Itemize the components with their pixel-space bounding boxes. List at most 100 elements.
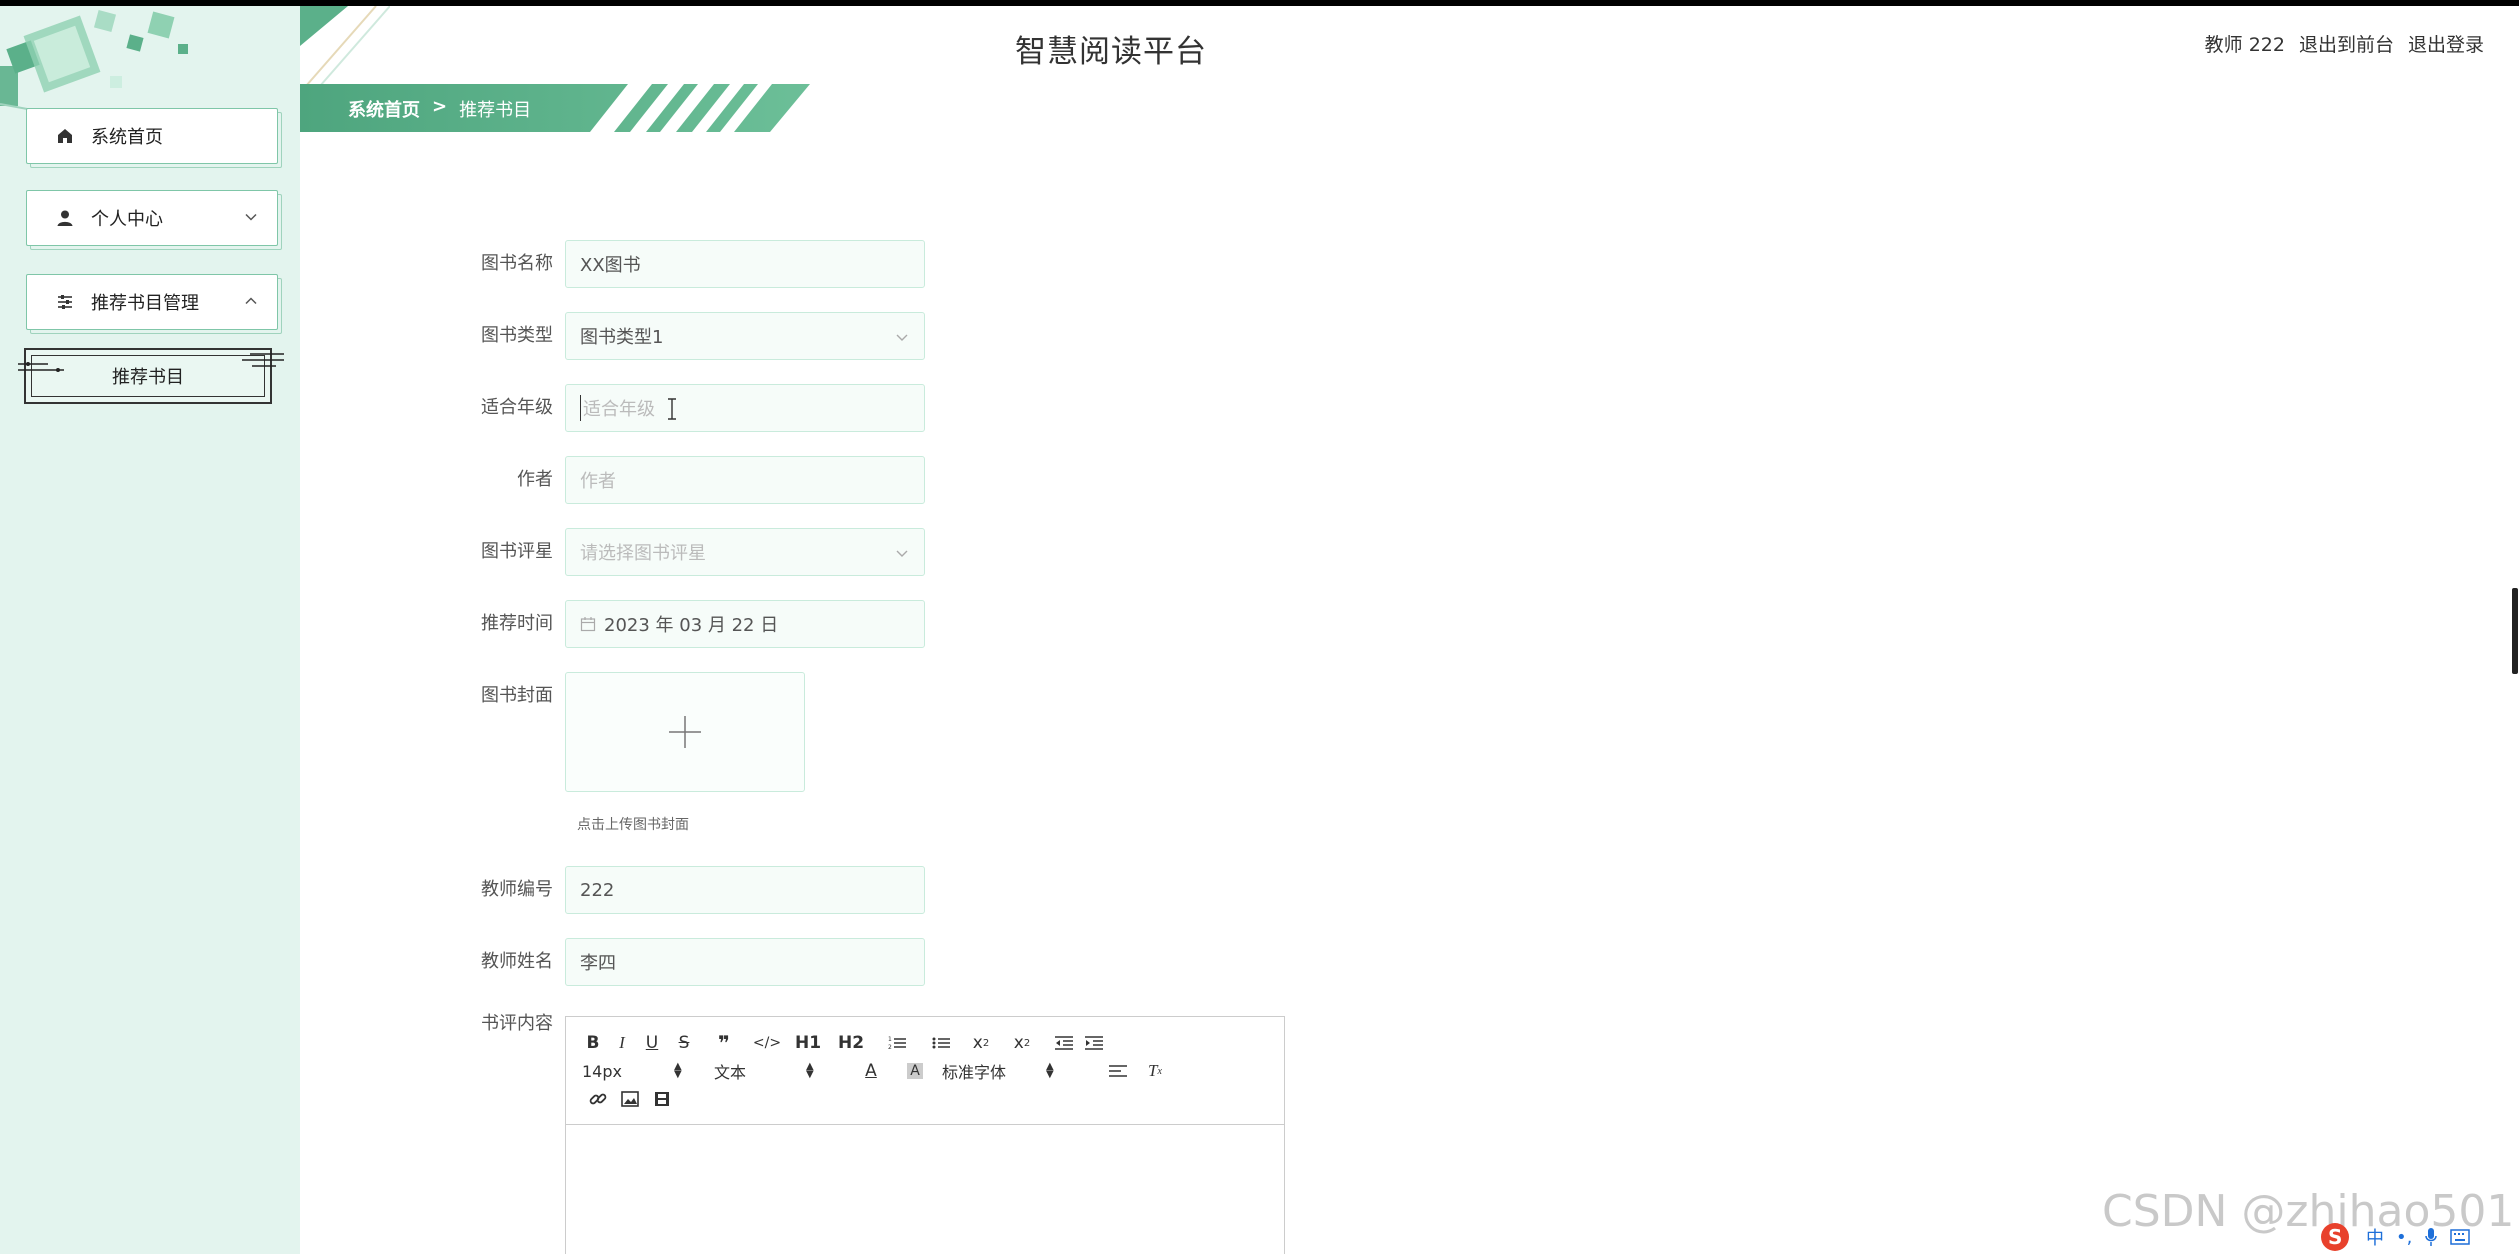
sidebar-item-recommend-manage[interactable]: 推荐书目管理 bbox=[26, 274, 278, 330]
sidebar: 系统首页 个人中心 推荐书目管理 推荐书目 bbox=[0, 6, 300, 1254]
rating-select[interactable]: 请选择图书评星 bbox=[565, 528, 925, 576]
logout-link[interactable]: 退出登录 bbox=[2408, 30, 2484, 57]
heading1-button[interactable]: H1 bbox=[790, 1030, 826, 1056]
calendar-icon bbox=[580, 617, 596, 632]
select-updown-icon: ▲ ▼ bbox=[1046, 1061, 1054, 1080]
plus-icon bbox=[669, 716, 701, 748]
toolbar-row-2: 14px ▲ ▼ 文本 ▲ ▼ A A 标准字体 ▲ ▼ Tx bbox=[582, 1057, 1270, 1085]
teacher-no-input[interactable]: 222 bbox=[565, 866, 925, 914]
link-icon[interactable] bbox=[582, 1086, 614, 1112]
microphone-icon[interactable] bbox=[2424, 1227, 2438, 1247]
grade-label: 适合年级 bbox=[481, 397, 553, 418]
strikethrough-button[interactable]: S bbox=[664, 1030, 704, 1056]
editor-toolbar: B I U S ❞ </> H1 H2 12 x2 x2 14px ▲ ▼ 文本… bbox=[566, 1017, 1284, 1125]
svg-text:1: 1 bbox=[888, 1036, 892, 1043]
font-family-value: 标准字体 bbox=[942, 1063, 1007, 1082]
cover-upload-box[interactable] bbox=[565, 672, 805, 792]
subscript-button[interactable]: x2 bbox=[964, 1030, 998, 1056]
image-icon[interactable] bbox=[614, 1086, 646, 1112]
breadcrumb-home[interactable]: 系统首页 bbox=[348, 96, 420, 122]
teacher-name-input[interactable]: 李四 bbox=[565, 938, 925, 986]
user-label: 教师 222 bbox=[2204, 34, 2285, 56]
ordered-list-icon[interactable]: 12 bbox=[876, 1030, 918, 1056]
time-value: 2023 年 03 月 22 日 bbox=[604, 615, 779, 636]
video-icon[interactable] bbox=[646, 1086, 678, 1112]
book-type-value: 图书类型1 bbox=[580, 327, 664, 348]
submenu-decoration-right bbox=[242, 353, 284, 367]
heading2-button[interactable]: H2 bbox=[826, 1030, 876, 1056]
header-user-links: 教师 222 退出到前台 退出登录 bbox=[2205, 30, 2484, 57]
time-date-picker[interactable]: 2023 年 03 月 22 日 bbox=[565, 600, 925, 648]
svg-text:2: 2 bbox=[888, 1044, 892, 1051]
review-label: 书评内容 bbox=[481, 1013, 553, 1034]
code-icon[interactable]: </> bbox=[744, 1030, 790, 1056]
form-row-book-name: 图书名称 XX图书 bbox=[440, 240, 925, 288]
system-tray: S 中 •, bbox=[2320, 1222, 2471, 1252]
grade-input[interactable]: 适合年级 bbox=[565, 384, 925, 432]
rating-label: 图书评星 bbox=[481, 541, 553, 562]
align-icon[interactable] bbox=[1096, 1058, 1140, 1084]
select-updown-icon: ▲ ▼ bbox=[806, 1061, 814, 1080]
clear-format-icon[interactable]: Tx bbox=[1140, 1058, 1170, 1084]
sogou-ime-icon: S bbox=[2321, 1223, 2349, 1251]
font-size-value: 14px bbox=[582, 1061, 622, 1081]
sidebar-item-label: 系统首页 bbox=[91, 127, 163, 148]
select-updown-icon: ▲ ▼ bbox=[673, 1061, 682, 1080]
sidebar-item-label: 推荐书目管理 bbox=[91, 293, 199, 314]
time-label: 推荐时间 bbox=[481, 613, 553, 634]
chevron-down-icon bbox=[896, 334, 908, 341]
font-family-select[interactable]: 标准字体 ▲ ▼ bbox=[942, 1059, 1096, 1083]
sidebar-item-profile[interactable]: 个人中心 bbox=[26, 190, 278, 246]
block-format-value: 文本 bbox=[714, 1063, 747, 1082]
author-input[interactable]: 作者 bbox=[565, 456, 925, 504]
block-format-select[interactable]: 文本 ▲ ▼ bbox=[714, 1059, 854, 1083]
form-row-book-type: 图书类型 图书类型1 bbox=[440, 312, 925, 360]
scrollbar-indicator[interactable] bbox=[2512, 588, 2518, 674]
punctuation-icon[interactable]: •, bbox=[2396, 1227, 2412, 1248]
ime-language[interactable]: 中 bbox=[2366, 1224, 2384, 1250]
review-rich-editor: B I U S ❞ </> H1 H2 12 x2 x2 14px ▲ ▼ 文本… bbox=[565, 1016, 1285, 1254]
editor-content-area[interactable] bbox=[566, 1125, 1284, 1253]
outdent-icon[interactable] bbox=[1046, 1030, 1082, 1056]
italic-button[interactable]: I bbox=[604, 1030, 640, 1056]
blockquote-icon[interactable]: ❞ bbox=[704, 1030, 744, 1056]
rating-placeholder: 请选择图书评星 bbox=[580, 543, 706, 564]
form-row-time: 推荐时间 2023 年 03 月 22 日 bbox=[440, 600, 925, 648]
cover-upload-tip: 点击上传图书封面 bbox=[577, 817, 689, 833]
underline-button[interactable]: U bbox=[640, 1030, 664, 1056]
background-color-button[interactable]: A bbox=[888, 1058, 942, 1084]
breadcrumb-separator: > bbox=[432, 96, 448, 117]
author-label: 作者 bbox=[517, 469, 553, 490]
cover-label: 图书封面 bbox=[481, 685, 553, 706]
book-name-input[interactable]: XX图书 bbox=[565, 240, 925, 288]
indent-icon[interactable] bbox=[1082, 1030, 1106, 1056]
text-cursor-icon bbox=[668, 398, 676, 420]
form-row-teacher-name: 教师姓名 李四 bbox=[440, 938, 925, 986]
form-row-cover: 图书封面 bbox=[440, 672, 805, 792]
header-corner-decoration bbox=[300, 6, 390, 86]
h1-label: H1 bbox=[794, 1033, 822, 1053]
submenu-label: 推荐书目 bbox=[112, 367, 184, 388]
h2-label: H2 bbox=[837, 1033, 865, 1053]
submenu-decoration-left bbox=[18, 362, 64, 372]
breadcrumb-current: 推荐书目 bbox=[459, 100, 532, 121]
bullet-list-icon[interactable] bbox=[918, 1030, 964, 1056]
svg-text:S: S bbox=[2328, 1225, 2342, 1249]
form-row-review: 书评内容 B I U S ❞ </> H1 H2 12 x2 x2 14px ▲… bbox=[440, 1012, 1285, 1254]
book-name-value: XX图书 bbox=[580, 255, 641, 276]
superscript-button[interactable]: x2 bbox=[998, 1030, 1046, 1056]
form-row-grade: 适合年级 适合年级 bbox=[440, 384, 925, 432]
form-row-teacher-no: 教师编号 222 bbox=[440, 866, 925, 914]
sidebar-item-home[interactable]: 系统首页 bbox=[26, 108, 278, 164]
form-row-rating: 图书评星 请选择图书评星 bbox=[440, 528, 925, 576]
to-front-link[interactable]: 退出到前台 bbox=[2299, 30, 2394, 57]
font-size-select[interactable]: 14px ▲ ▼ bbox=[582, 1062, 714, 1081]
book-type-select[interactable]: 图书类型1 bbox=[565, 312, 925, 360]
chevron-down-icon bbox=[896, 550, 908, 557]
chevron-up-icon bbox=[241, 291, 261, 311]
form-row-author: 作者 作者 bbox=[440, 456, 925, 504]
keyboard-icon[interactable] bbox=[2450, 1229, 2471, 1245]
toolbar-row-3 bbox=[582, 1085, 1270, 1113]
bold-button[interactable]: B bbox=[582, 1030, 604, 1056]
font-color-button[interactable]: A bbox=[854, 1058, 888, 1084]
